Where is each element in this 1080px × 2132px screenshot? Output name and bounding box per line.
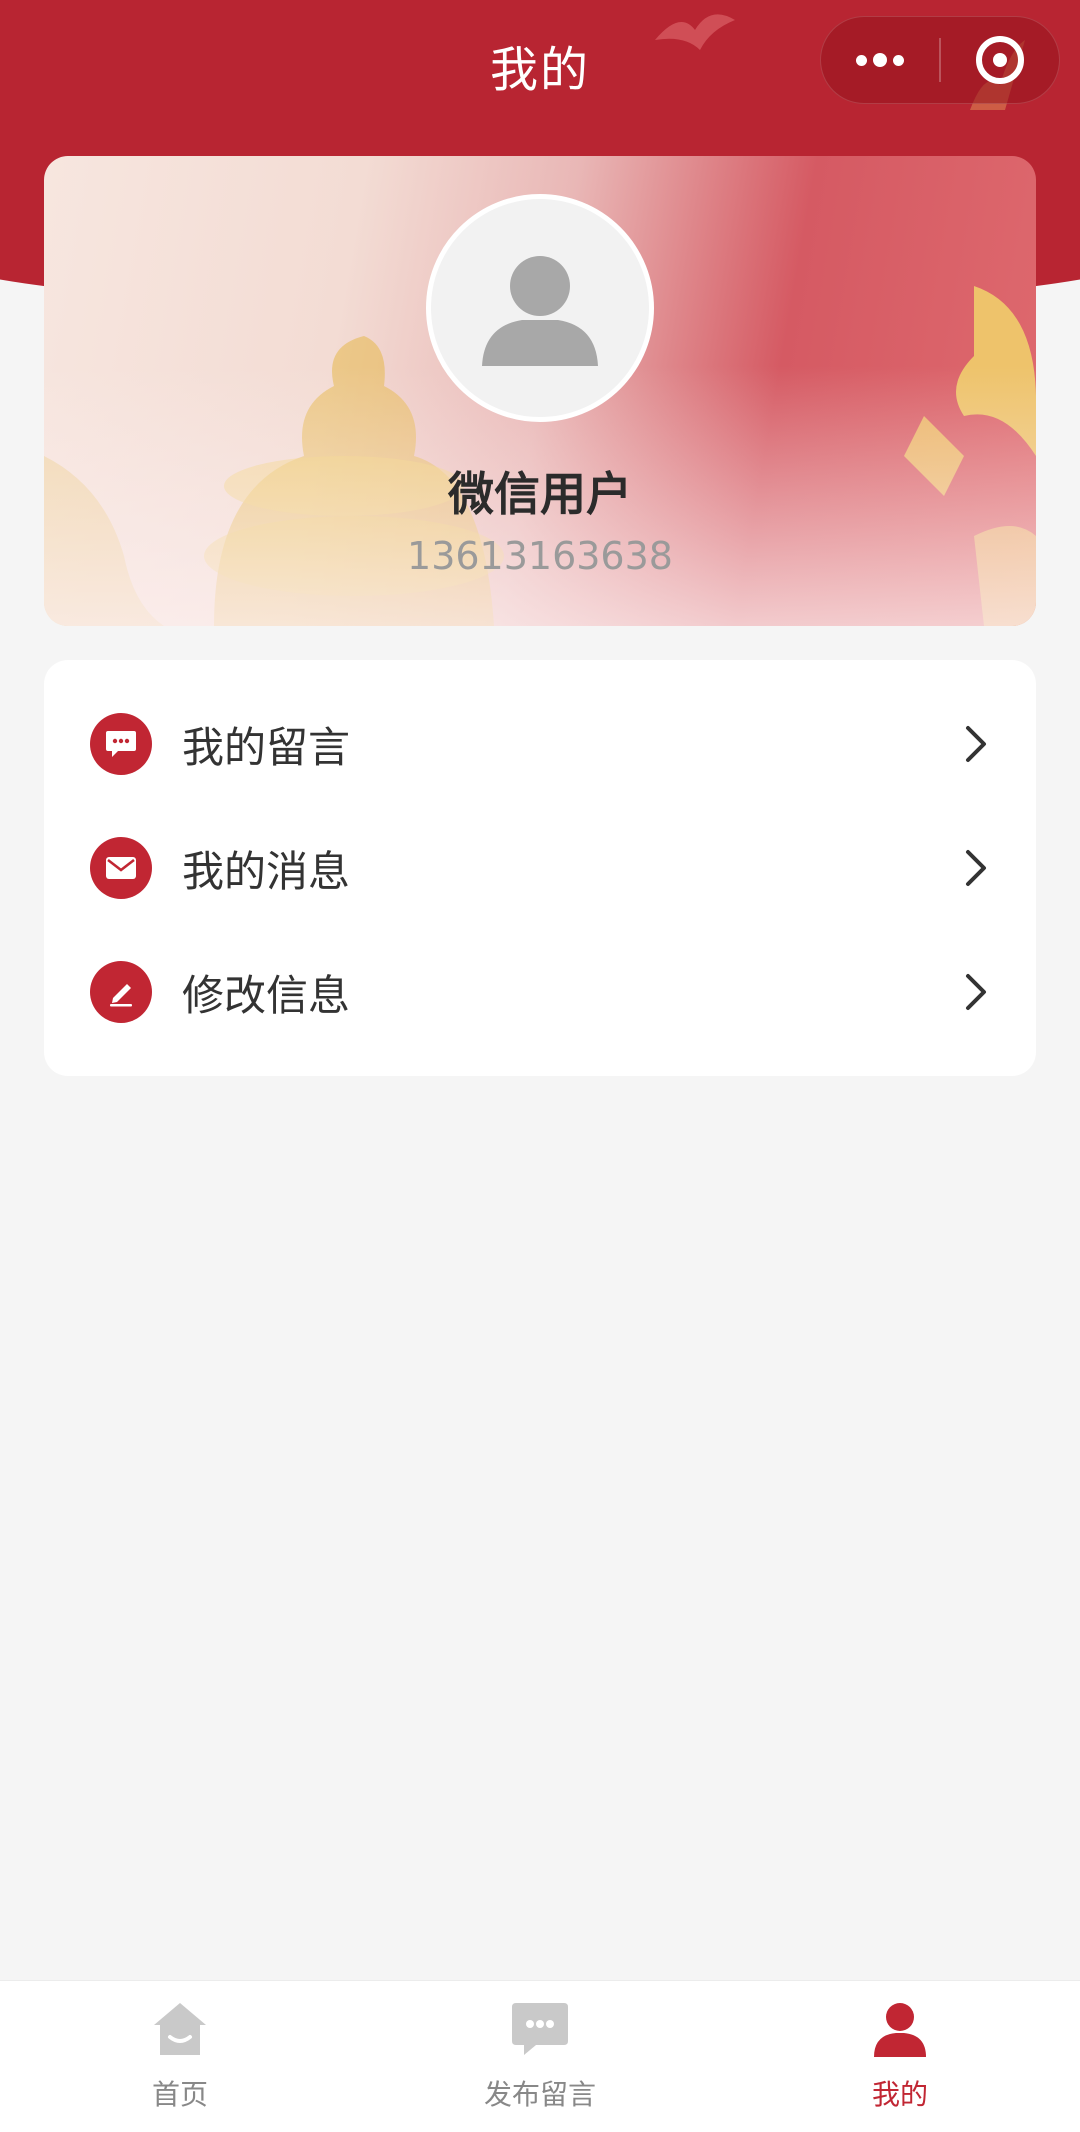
avatar[interactable] [426,194,654,422]
chevron-right-icon [966,726,986,762]
user-phone: 13613163638 [407,534,673,578]
menu-item-label: 我的留言 [182,722,351,772]
envelope-icon [90,837,152,899]
user-icon [874,2003,926,2057]
chevron-right-icon [966,850,986,886]
user-name: 微信用户 [448,467,632,521]
tab-label: 我的 [871,2078,928,2111]
menu-item-label: 修改信息 [182,970,351,1020]
profile-page: 我的 微信用户 13613163638 我的留言 我的消息 修改信息 首页 发布… [0,0,1080,2132]
message-bubble-icon [90,713,152,775]
tab-label: 发布留言 [483,2078,596,2111]
profile-card: 微信用户 13613163638 [44,156,1036,626]
chevron-right-icon [966,974,986,1010]
menu-card: 我的留言 我的消息 修改信息 [44,660,1036,1076]
default-avatar-icon [482,256,598,366]
tab-home[interactable]: 首页 [60,1981,300,2132]
menu-item-edit-info[interactable]: 修改信息 [44,930,1036,1054]
tab-bar: 首页 发布留言 我的 [0,1980,1080,2132]
target-circle-icon [976,36,1024,84]
menu-item-my-messages[interactable]: 我的留言 [44,682,1036,806]
menu-item-my-notifications[interactable]: 我的消息 [44,806,1036,930]
tab-mine[interactable]: 我的 [780,1981,1020,2132]
home-icon [154,2003,206,2055]
tab-label: 首页 [151,2078,208,2111]
tab-post-message[interactable]: 发布留言 [420,1981,660,2132]
edit-pencil-icon [90,961,152,1023]
miniprogram-capsule [820,16,1060,104]
more-dots-icon [856,53,904,67]
close-miniprogram-button[interactable] [941,17,1059,103]
menu-item-label: 我的消息 [182,846,351,896]
chat-bubble-icon [512,2003,568,2055]
more-menu-button[interactable] [821,17,939,103]
